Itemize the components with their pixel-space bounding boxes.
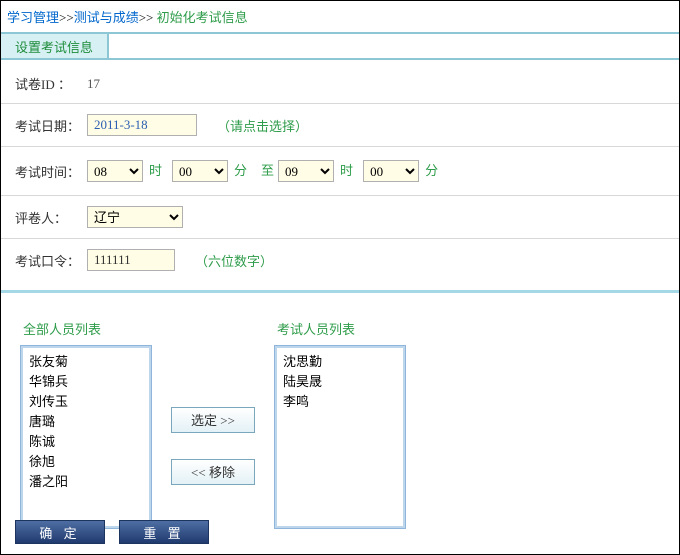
- end-hour-select[interactable]: 09: [278, 160, 334, 182]
- list-item[interactable]: 唐璐: [29, 412, 143, 432]
- list-item[interactable]: 徐旭: [29, 452, 143, 472]
- paper-id-value: 17: [87, 76, 100, 92]
- pin-label: 考试口令：: [15, 251, 87, 270]
- grader-label: 评卷人：: [15, 208, 87, 227]
- list-item[interactable]: 华锦兵: [29, 372, 143, 392]
- ok-button[interactable]: 确 定: [15, 520, 105, 544]
- row-exam-time: 考试时间： 08 时 00 分 至 09 时 00 分: [1, 147, 679, 196]
- breadcrumb-current: 初始化考试信息: [157, 10, 248, 25]
- list-item[interactable]: 李鸣: [283, 392, 397, 412]
- exam-time-label: 考试时间：: [15, 162, 87, 181]
- reset-button[interactable]: 重 置: [119, 520, 209, 544]
- exam-date-label: 考试日期：: [15, 116, 87, 135]
- end-min-select[interactable]: 00: [363, 160, 419, 182]
- list-item[interactable]: 沈思勤: [283, 352, 397, 372]
- min-suffix: 分: [234, 157, 247, 185]
- select-button[interactable]: 选定 >>: [171, 407, 255, 433]
- breadcrumb-sep: >>: [139, 10, 154, 25]
- start-hour-select[interactable]: 08: [87, 160, 143, 182]
- row-paper-id: 试卷ID ： 17: [1, 64, 679, 104]
- tab-settings[interactable]: 设置考试信息: [1, 34, 109, 58]
- breadcrumb-sep: >>: [59, 10, 74, 25]
- breadcrumb-l1[interactable]: 学习管理: [7, 10, 59, 25]
- all-people-listbox[interactable]: 张友菊华锦兵刘传玉唐璐陈诚徐旭潘之阳: [21, 346, 151, 528]
- list-item[interactable]: 潘之阳: [29, 472, 143, 492]
- exam-date-input[interactable]: [87, 114, 197, 136]
- hour-suffix: 时: [340, 157, 353, 185]
- exam-date-hint: （请点击选择）: [217, 116, 308, 135]
- to-text: 至: [261, 157, 274, 185]
- paper-id-label: 试卷ID ：: [15, 74, 87, 93]
- row-exam-date: 考试日期： （请点击选择）: [1, 104, 679, 147]
- list-item[interactable]: 陆昊晟: [283, 372, 397, 392]
- hour-suffix: 时: [149, 157, 162, 185]
- remove-button[interactable]: << 移除: [171, 459, 255, 485]
- list-item[interactable]: 刘传玉: [29, 392, 143, 412]
- exam-list-title: 考试人员列表: [275, 319, 405, 338]
- row-pin: 考试口令： （六位数字）: [1, 239, 679, 281]
- pin-hint: （六位数字）: [195, 251, 273, 270]
- exam-people-listbox[interactable]: 沈思勤陆昊晟李鸣: [275, 346, 405, 528]
- row-grader: 评卷人： 辽宁: [1, 196, 679, 239]
- breadcrumb-l2[interactable]: 测试与成绩: [74, 10, 139, 25]
- breadcrumb: 学习管理>>测试与成绩>> 初始化考试信息: [1, 1, 679, 32]
- min-suffix: 分: [425, 157, 438, 185]
- all-list-title: 全部人员列表: [21, 319, 151, 338]
- tab-bar: 设置考试信息: [1, 32, 679, 60]
- start-min-select[interactable]: 00: [172, 160, 228, 182]
- list-item[interactable]: 张友菊: [29, 352, 143, 372]
- pin-input[interactable]: [87, 249, 175, 271]
- grader-select[interactable]: 辽宁: [87, 206, 183, 228]
- list-item[interactable]: 陈诚: [29, 432, 143, 452]
